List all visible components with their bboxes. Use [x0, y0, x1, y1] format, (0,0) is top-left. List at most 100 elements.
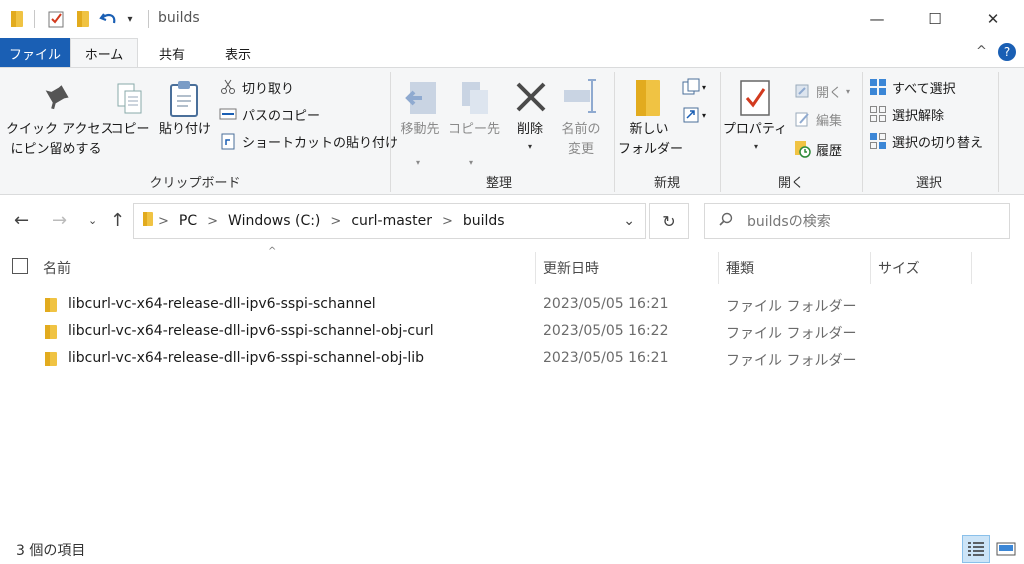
minimize-button[interactable]: — — [848, 0, 906, 38]
rename-button[interactable]: 名前の 変更 — [556, 120, 606, 160]
paste-shortcut-button[interactable]: ショートカットの貼り付け — [218, 130, 398, 152]
address-folder-icon — [142, 211, 154, 231]
title-bar: ▾ builds — ☐ ✕ — [0, 0, 1024, 38]
open-label: 開く — [816, 85, 843, 101]
refresh-button[interactable]: ↻ — [649, 203, 689, 239]
file-row[interactable]: libcurl-vc-x64-release-dll-ipv6-sspi-sch… — [0, 292, 1024, 319]
easy-access-dropdown-icon: ▾ — [702, 110, 707, 120]
collapse-ribbon-icon[interactable]: ^ — [976, 44, 987, 59]
history-label: 履歴 — [816, 143, 843, 159]
clipboard-group-label: クリップボード — [149, 176, 241, 191]
file-name: libcurl-vc-x64-release-dll-ipv6-sspi-sch… — [68, 323, 434, 339]
invert-selection-button[interactable]: 選択の切り替え — [868, 130, 983, 152]
help-icon[interactable]: ? — [998, 43, 1016, 61]
ribbon-tabs: ファイル ホーム 共有 表示 ^ ? — [0, 38, 1024, 68]
details-view-button[interactable] — [962, 535, 990, 563]
new-folder-button[interactable]: 新しい フォルダー — [618, 120, 683, 160]
properties-checklist-icon[interactable] — [46, 9, 66, 29]
forward-arrow-icon[interactable]: → — [52, 210, 67, 231]
file-type: ファイル フォルダー — [726, 353, 857, 369]
breadcrumb-pc[interactable]: PC — [179, 213, 197, 229]
search-placeholder: buildsの検索 — [747, 214, 831, 230]
maximize-button[interactable]: ☐ — [906, 0, 964, 38]
new-folder-large-icon — [634, 78, 662, 122]
copy-button[interactable]: コピー — [110, 120, 150, 140]
history-button[interactable]: 履歴 — [792, 138, 842, 160]
breadcrumb-chevron-icon[interactable]: > — [442, 214, 453, 229]
tab-share[interactable]: 共有 — [150, 38, 194, 68]
new-folder-label-line1: 新しい — [629, 122, 669, 137]
refresh-icon: ↻ — [662, 211, 676, 231]
search-input[interactable]: buildsの検索 — [704, 203, 1010, 239]
move-to-dropdown-icon[interactable]: ▾ — [416, 158, 420, 167]
large-icons-view-button[interactable] — [992, 535, 1020, 563]
organize-group-label: 整理 — [485, 176, 512, 191]
breadcrumb-curl-master[interactable]: curl-master — [351, 213, 432, 229]
edit-button[interactable]: 編集 — [792, 108, 842, 130]
paste-button[interactable]: 貼り付け — [156, 120, 214, 140]
cut-button[interactable]: 切り取り — [218, 76, 294, 98]
column-header-name[interactable]: 名前 — [43, 252, 71, 284]
tab-home[interactable]: ホーム — [70, 38, 138, 68]
sort-ascending-icon: ^ — [268, 246, 277, 257]
recent-locations-chevron-icon[interactable]: ⌄ — [88, 214, 97, 227]
tab-view[interactable]: 表示 — [212, 38, 264, 68]
edit-label: 編集 — [816, 113, 843, 129]
close-button[interactable]: ✕ — [964, 0, 1022, 38]
file-row[interactable]: libcurl-vc-x64-release-dll-ipv6-sspi-sch… — [0, 346, 1024, 373]
column-header-date[interactable]: 更新日時 — [543, 252, 599, 284]
up-arrow-icon[interactable]: ↑ — [110, 210, 125, 231]
delete-dropdown-icon[interactable]: ▾ — [528, 142, 532, 151]
copy-path-button[interactable]: パスのコピー — [218, 103, 320, 125]
file-date: 2023/05/05 16:22 — [543, 323, 669, 339]
select-all-icon — [868, 77, 888, 97]
breadcrumb-drive[interactable]: Windows (C:) — [228, 213, 320, 229]
copy-icon — [116, 82, 144, 120]
breadcrumb-chevron-icon[interactable]: > — [330, 214, 341, 229]
undo-icon[interactable] — [98, 9, 120, 29]
breadcrumb-chevron-icon[interactable]: > — [207, 214, 218, 229]
details-view-icon — [968, 542, 984, 556]
select-all-label: すべて選択 — [892, 81, 956, 97]
select-group-label: 選択 — [915, 176, 942, 191]
new-item-dropdown-icon: ▾ — [702, 82, 707, 92]
copy-to-button[interactable]: コピー先 — [448, 120, 500, 140]
large-icons-view-icon — [996, 542, 1016, 556]
folder-icon — [8, 9, 26, 29]
breadcrumb-chevron-icon[interactable]: > — [158, 214, 169, 229]
copy-to-icon — [458, 80, 494, 122]
column-header-type[interactable]: 種類 — [726, 252, 754, 284]
rename-label-line2: 変更 — [567, 142, 594, 157]
back-arrow-icon[interactable]: ← — [14, 210, 29, 231]
file-type: ファイル フォルダー — [726, 299, 857, 315]
pin-quick-access-button[interactable]: クイック アクセス にピン留めする — [6, 120, 114, 160]
customize-toolbar-chevron-icon[interactable]: ▾ — [124, 9, 136, 29]
copy-to-dropdown-icon[interactable]: ▾ — [469, 158, 473, 167]
scissors-icon — [218, 77, 238, 97]
new-folder-icon[interactable] — [74, 9, 92, 29]
column-header-size[interactable]: サイズ — [878, 252, 920, 284]
tab-file[interactable]: ファイル — [0, 38, 70, 68]
properties-dropdown-icon[interactable]: ▾ — [754, 142, 758, 151]
new-group-label: 新規 — [653, 176, 680, 191]
easy-access-button[interactable]: ▾ — [682, 106, 706, 124]
properties-button[interactable]: プロパティ — [722, 120, 788, 140]
search-icon — [719, 212, 733, 230]
delete-button[interactable]: 削除 — [512, 120, 548, 140]
new-item-button[interactable]: ▾ — [682, 78, 706, 96]
move-to-button[interactable]: 移動先 — [396, 120, 444, 140]
rename-label-line1: 名前の — [561, 122, 601, 137]
select-all-button[interactable]: すべて選択 — [868, 76, 956, 98]
rename-icon — [562, 78, 600, 118]
address-bar[interactable]: > PC > Windows (C:) > curl-master > buil… — [133, 203, 646, 239]
folder-icon — [45, 298, 57, 312]
pin-label-line1: クイック アクセス — [6, 122, 114, 137]
file-row[interactable]: libcurl-vc-x64-release-dll-ipv6-sspi-sch… — [0, 319, 1024, 346]
breadcrumb-builds[interactable]: builds — [463, 213, 505, 229]
select-all-checkbox[interactable] — [12, 258, 28, 274]
open-button[interactable]: 開く ▾ — [792, 80, 850, 102]
paste-shortcut-icon — [218, 131, 238, 151]
file-date: 2023/05/05 16:21 — [543, 296, 669, 312]
address-history-chevron-icon[interactable]: ⌄ — [623, 213, 635, 229]
select-none-button[interactable]: 選択解除 — [868, 103, 944, 125]
